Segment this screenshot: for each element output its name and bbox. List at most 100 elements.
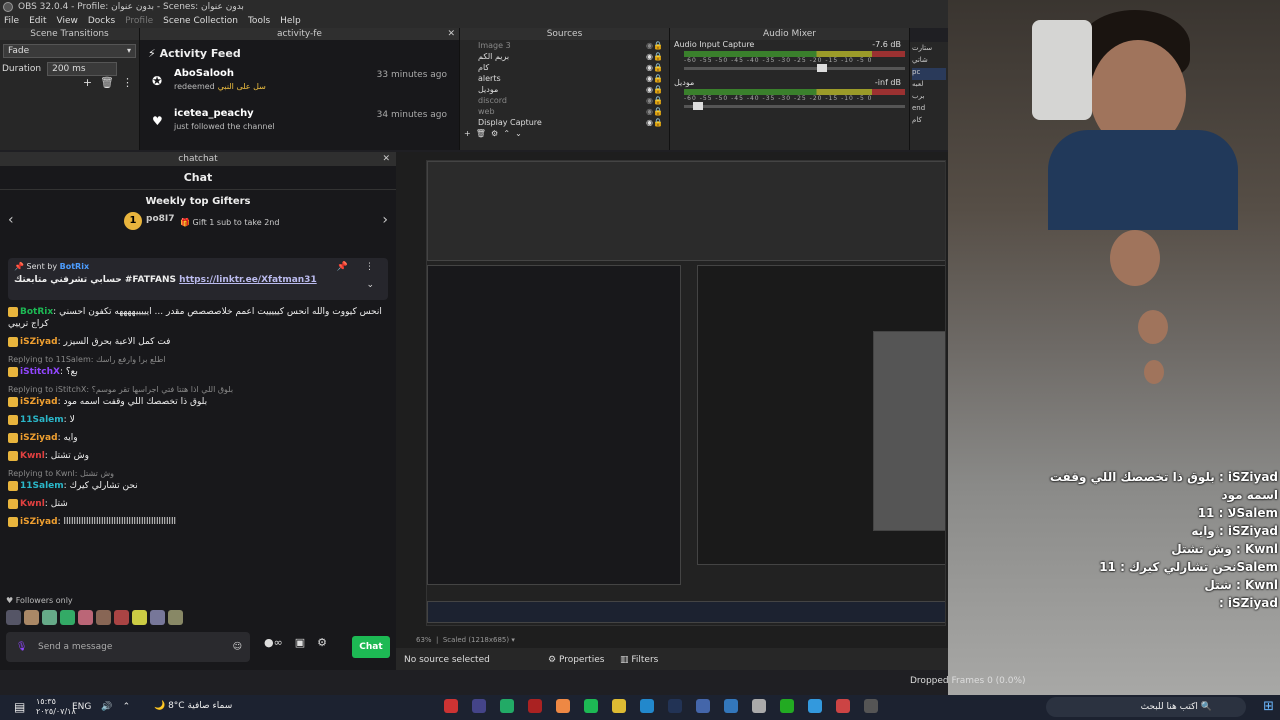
lock-icon[interactable]: 🔒 <box>653 106 663 117</box>
lock-icon[interactable]: 🔒 <box>653 95 663 106</box>
volume-slider-handle[interactable] <box>692 102 703 110</box>
menu-view[interactable]: View <box>57 14 78 28</box>
volume-icon[interactable]: 🔊 <box>101 702 112 712</box>
mic-icon[interactable]: 🎙 <box>16 632 27 662</box>
chat-username[interactable]: iSZiyad <box>20 397 58 407</box>
obs-icon[interactable] <box>472 699 486 713</box>
close-icon[interactable]: ✕ <box>447 28 455 40</box>
menu-help[interactable]: Help <box>280 14 301 28</box>
scene-item[interactable]: pc <box>912 68 946 80</box>
visibility-icon[interactable]: ◉ <box>646 62 653 73</box>
visibility-icon[interactable]: ◉ <box>646 95 653 106</box>
source-item[interactable]: Image 3 ◉ 🔒 <box>460 40 669 51</box>
app-icon[interactable] <box>808 699 822 713</box>
chat-username[interactable]: Kwnl <box>20 499 45 509</box>
taskbar-search[interactable]: اكتب هنا للبحث 🔍 <box>1046 697 1246 717</box>
visibility-icon[interactable]: ◉ <box>646 106 653 117</box>
app-icon[interactable] <box>444 699 458 713</box>
transition-select[interactable]: Fade <box>3 44 136 58</box>
emote[interactable] <box>132 610 147 625</box>
emote[interactable] <box>24 610 39 625</box>
zoom-level[interactable]: 63% <box>416 636 432 644</box>
spotify-icon[interactable] <box>584 699 598 713</box>
remove-source-icon[interactable]: 🗑 <box>476 129 486 138</box>
weather-widget[interactable]: 🌙 8°C سماء صافية <box>154 701 232 711</box>
chat-send-button[interactable]: Chat <box>352 636 390 658</box>
edge-icon[interactable] <box>640 699 654 713</box>
gift-icon[interactable]: ▣ <box>295 636 305 649</box>
emote[interactable] <box>150 610 165 625</box>
pin-icon[interactable]: 📌 <box>337 262 348 272</box>
volume-slider-handle[interactable] <box>816 64 827 72</box>
source-item[interactable]: web ◉ 🔒 <box>460 106 669 117</box>
scaled-resolution[interactable]: Scaled (1218x685) <box>443 636 509 644</box>
chevron-left-icon[interactable]: ‹ <box>8 212 14 228</box>
menu-file[interactable]: File <box>4 14 19 28</box>
emote[interactable] <box>96 610 111 625</box>
menu-edit[interactable]: Edit <box>29 14 46 28</box>
emote[interactable] <box>6 610 21 625</box>
visibility-icon[interactable]: ◉ <box>646 73 653 84</box>
visibility-icon[interactable]: ◉ <box>646 40 653 51</box>
taskbar-clock[interactable]: ١٥:٣٥ ٢٠٢٥/٠٧/١٨ <box>36 697 76 717</box>
emote[interactable] <box>168 610 183 625</box>
chrome-icon[interactable] <box>556 699 570 713</box>
chevron-down-icon[interactable]: ⌄ <box>366 280 374 290</box>
volume-slider[interactable] <box>684 64 905 72</box>
properties-button[interactable]: ⚙ Properties <box>548 648 604 672</box>
chat-username[interactable]: 11Salem <box>20 481 64 491</box>
chat-username[interactable]: BotRix <box>20 307 53 317</box>
move-down-icon[interactable]: ⌄ <box>515 129 522 138</box>
scene-item[interactable]: برب <box>912 92 946 104</box>
lock-icon[interactable]: 🔒 <box>653 40 663 51</box>
scene-item[interactable]: لعبه <box>912 80 946 92</box>
visibility-icon[interactable]: ◉ <box>646 51 653 62</box>
add-transition-icon[interactable]: + <box>83 76 92 89</box>
lock-icon[interactable]: 🔒 <box>653 84 663 95</box>
source-item[interactable]: كام ◉ 🔒 <box>460 62 669 73</box>
volume-slider[interactable] <box>684 102 905 110</box>
source-item[interactable]: بريم الكم ◉ 🔒 <box>460 51 669 62</box>
chat-username[interactable]: iSZiyad <box>20 433 58 443</box>
menu-profile[interactable]: Profile <box>125 14 153 28</box>
app-icon[interactable] <box>724 699 738 713</box>
source-item[interactable]: موديل ◉ 🔒 <box>460 84 669 95</box>
menu-tools[interactable]: Tools <box>248 14 270 28</box>
language-indicator[interactable]: ENG <box>72 702 91 712</box>
gear-icon[interactable]: ⚙ <box>491 129 498 138</box>
pinned-link[interactable]: https://linktr.ee/Xfatman31 <box>179 275 317 285</box>
visibility-icon[interactable]: ◉ <box>646 117 653 128</box>
emote[interactable] <box>78 610 93 625</box>
move-up-icon[interactable]: ⌃ <box>503 129 510 138</box>
steam-icon[interactable] <box>668 699 682 713</box>
lock-icon[interactable]: 🔒 <box>653 117 663 128</box>
chat-username[interactable]: iSZiyad <box>20 517 58 527</box>
xbox-icon[interactable] <box>780 699 794 713</box>
more-options-icon[interactable]: ⋮ <box>122 76 133 89</box>
chevron-up-icon[interactable]: ⌃ <box>123 702 131 712</box>
app-icon[interactable] <box>864 699 878 713</box>
chat-username[interactable]: Kwnl <box>20 451 45 461</box>
emote[interactable] <box>60 610 75 625</box>
app-icon[interactable] <box>752 699 766 713</box>
chat-username[interactable]: iSZiyad <box>20 337 58 347</box>
emote[interactable] <box>42 610 57 625</box>
chevron-right-icon[interactable]: › <box>382 212 388 228</box>
scene-item[interactable]: end <box>912 104 946 116</box>
chat-input[interactable]: 🎙 Send a message ☺ <box>6 632 250 662</box>
app-icon[interactable] <box>696 699 710 713</box>
windows-start-icon[interactable]: ⊞ <box>1263 699 1274 714</box>
remove-transition-icon[interactable]: 🗑 <box>100 76 114 89</box>
visibility-icon[interactable]: ◉ <box>646 84 653 95</box>
duration-input[interactable]: 200 ms <box>47 62 118 76</box>
lock-icon[interactable]: 🔒 <box>653 62 663 73</box>
app-icon[interactable] <box>500 699 514 713</box>
scene-item[interactable]: ستارت <box>912 44 946 56</box>
source-item[interactable]: discord ◉ 🔒 <box>460 95 669 106</box>
emote[interactable] <box>114 610 129 625</box>
menu-docks[interactable]: Docks <box>88 14 115 28</box>
close-icon[interactable]: ✕ <box>382 152 390 166</box>
top-gifter-name[interactable]: po8I7 <box>146 214 175 224</box>
emoji-icon[interactable]: ☺ <box>233 632 242 662</box>
lock-icon[interactable]: 🔒 <box>653 73 663 84</box>
